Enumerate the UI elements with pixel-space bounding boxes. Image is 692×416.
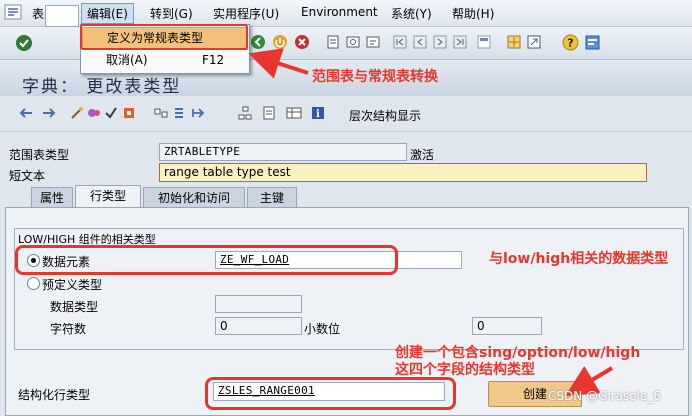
annotation-low-high-type: 与low/high相关的数据类型 [489, 251, 669, 267]
annotation-create-structure-2: 这四个字段的结构类型 [395, 362, 535, 378]
annotation-range-convert: 范围表与常规表转换 [312, 69, 438, 85]
arrow-to-menu [248, 48, 309, 79]
watermark: CSDN @Girasole_6 [548, 389, 661, 403]
